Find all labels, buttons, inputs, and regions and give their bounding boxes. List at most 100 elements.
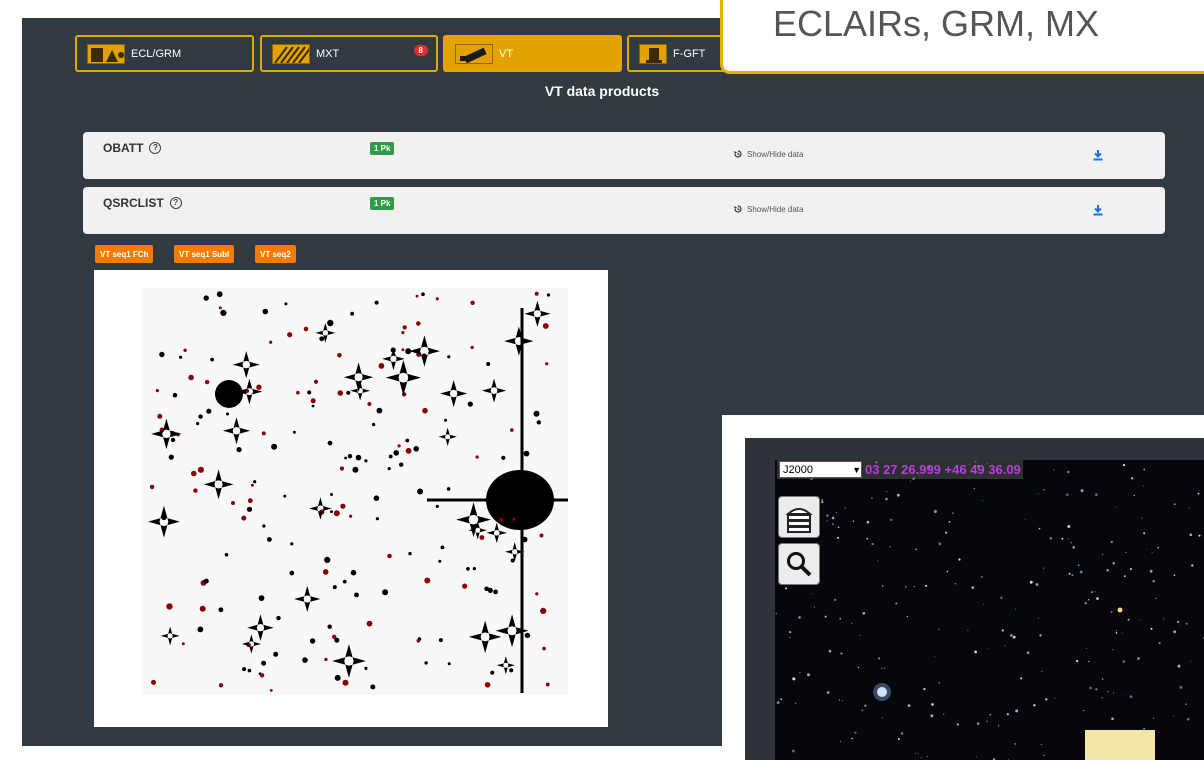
sky-star	[1084, 602, 1087, 605]
coordinate-frame-select[interactable]: J2000 ▼	[779, 461, 862, 478]
sky-star	[1015, 709, 1019, 713]
sky-star	[1129, 568, 1132, 570]
star-source	[534, 291, 539, 296]
star-source	[313, 379, 319, 384]
sky-star	[958, 558, 961, 561]
star-source	[539, 533, 544, 538]
sky-star	[1024, 518, 1026, 520]
sky-star	[1143, 532, 1146, 535]
sky-star	[813, 606, 816, 608]
sky-star	[1139, 619, 1141, 621]
star-source	[378, 363, 385, 369]
sky-star	[871, 542, 874, 546]
star-source	[484, 682, 491, 688]
instrument-fgft-icon	[639, 43, 667, 64]
show-hide-data-button[interactable]: Show/Hide data	[733, 149, 803, 159]
sky-star	[776, 701, 780, 705]
sky-star	[1001, 629, 1004, 632]
sky-viewer-container	[745, 438, 1204, 760]
sky-star	[1077, 564, 1080, 566]
sky-star	[791, 749, 795, 753]
star-source	[535, 592, 539, 596]
sky-star	[930, 714, 934, 718]
sky-star	[785, 587, 788, 590]
sky-star	[1107, 690, 1109, 693]
sky-star	[1067, 525, 1071, 528]
star-source	[350, 311, 354, 316]
sky-star	[974, 650, 977, 654]
sky-star	[956, 723, 959, 726]
star-source	[276, 615, 281, 621]
sky-star	[910, 480, 912, 482]
star-source	[393, 450, 399, 456]
star-source	[273, 651, 279, 657]
help-icon[interactable]: ?	[149, 142, 162, 154]
zoom-search-button[interactable]	[778, 543, 820, 585]
tab-ecl-grm[interactable]: ECL/GRM	[75, 35, 254, 72]
star-source	[181, 642, 185, 646]
vt-seq1-subl-button[interactable]: VT seq1 Subl	[174, 245, 235, 263]
sky-star	[1035, 583, 1039, 586]
vt-seq1-fch-button[interactable]: VT seq1 FCh	[95, 245, 154, 263]
vt-seq2-button[interactable]: VT seq2	[255, 245, 296, 263]
sky-star	[780, 698, 783, 701]
sky-star	[915, 548, 918, 551]
sky-star	[1043, 567, 1045, 569]
download-icon[interactable]	[1092, 204, 1104, 216]
star-source	[424, 577, 431, 584]
star-source	[290, 542, 294, 546]
sky-star	[789, 636, 791, 638]
sky-star	[1045, 698, 1048, 701]
star-source	[342, 579, 347, 584]
tab-mxt[interactable]: MXT 8	[260, 35, 438, 72]
show-hide-data-button[interactable]: Show/Hide data	[733, 204, 803, 214]
sky-star	[1115, 632, 1118, 634]
help-icon[interactable]: ?	[169, 197, 182, 209]
sky-star	[1151, 552, 1153, 554]
star-source	[197, 466, 204, 473]
vt-star-field-image[interactable]	[142, 288, 568, 695]
star-source	[367, 402, 372, 406]
sky-star	[1037, 493, 1039, 495]
sky-star	[1088, 660, 1090, 663]
star-source	[415, 294, 419, 298]
sky-star	[934, 656, 936, 658]
star-source	[324, 556, 331, 563]
sky-star	[854, 731, 857, 734]
sky-star	[1070, 541, 1072, 544]
sky-star	[775, 612, 778, 615]
star-source	[203, 295, 209, 301]
sky-star	[811, 593, 813, 595]
star-source	[284, 302, 288, 306]
star-source	[327, 440, 333, 446]
layers-button[interactable]	[778, 496, 820, 538]
star-source	[310, 398, 316, 404]
star-source	[487, 587, 493, 593]
sky-star	[832, 523, 834, 525]
star-source	[198, 414, 203, 419]
sky-star	[1158, 595, 1160, 597]
sky-star	[915, 752, 917, 754]
download-icon[interactable]	[1092, 149, 1104, 161]
star-source	[401, 348, 405, 352]
show-hide-label: Show/Hide data	[747, 204, 804, 214]
star-source	[269, 689, 273, 692]
star-source	[337, 353, 342, 358]
star-source	[334, 674, 341, 681]
star-source	[374, 300, 379, 305]
sky-star	[834, 598, 837, 601]
tab-vt[interactable]: VT	[443, 35, 622, 72]
sky-star	[918, 753, 920, 755]
sky-star	[976, 722, 980, 725]
star-source	[346, 390, 351, 395]
star-source	[159, 351, 165, 358]
star-source	[354, 592, 359, 598]
star-source	[523, 450, 530, 457]
sky-star	[1186, 718, 1190, 721]
sky-survey-image[interactable]	[775, 460, 1204, 760]
star-source	[387, 553, 392, 559]
star-source	[472, 567, 476, 571]
star-source	[397, 444, 401, 448]
sky-star	[866, 537, 869, 540]
sky-star	[864, 704, 867, 707]
